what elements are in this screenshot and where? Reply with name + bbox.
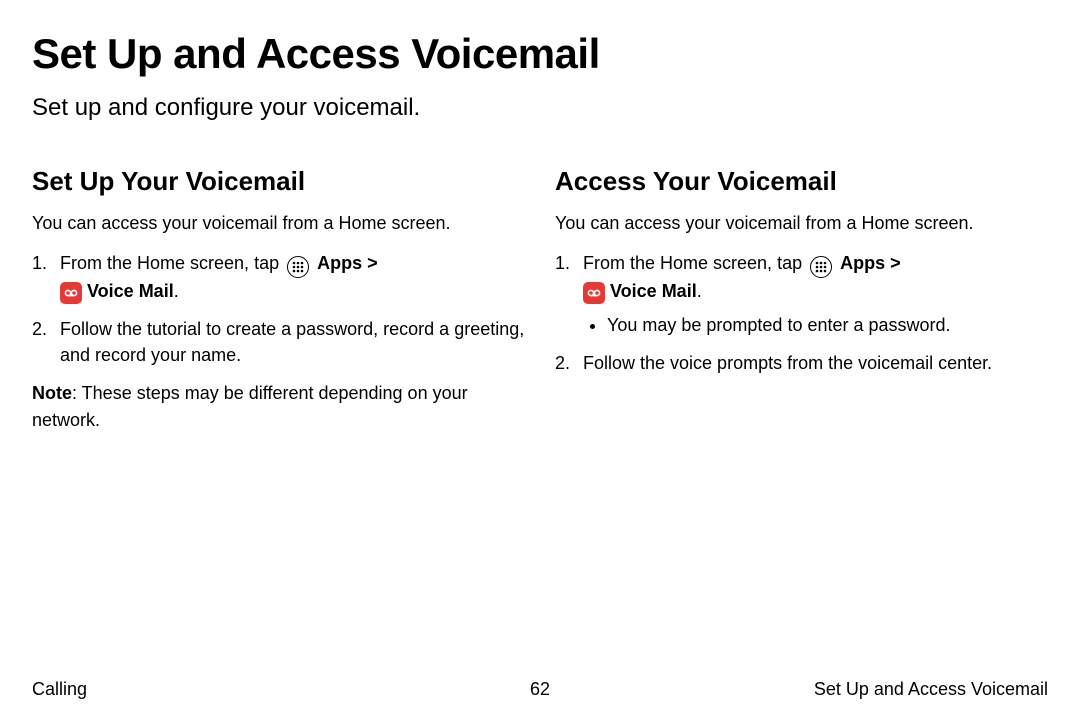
page-number: 62 — [530, 679, 550, 700]
step-text: Follow the voice prompts from the voicem… — [583, 353, 992, 373]
voicemail-label: Voice Mail — [87, 281, 174, 301]
voicemail-icon — [583, 282, 605, 304]
content-columns: Set Up Your Voicemail You can access you… — [32, 166, 1048, 433]
step-text: . — [174, 281, 179, 301]
step-text: . — [697, 281, 702, 301]
step-text: From the Home screen, tap — [583, 253, 807, 273]
list-item: You may be prompted to enter a password. — [607, 312, 1048, 338]
voicemail-label: Voice Mail — [610, 281, 697, 301]
step-text: Follow the tutorial to create a password… — [60, 319, 524, 365]
apps-label: Apps — [317, 253, 362, 273]
setup-heading: Set Up Your Voicemail — [32, 166, 525, 197]
right-column: Access Your Voicemail You can access you… — [555, 166, 1048, 433]
setup-note: Note: These steps may be different depen… — [32, 380, 525, 432]
apps-icon — [810, 256, 832, 278]
note-body: : These steps may be different depending… — [32, 383, 468, 429]
access-intro: You can access your voicemail from a Hom… — [555, 211, 1048, 236]
apps-icon — [287, 256, 309, 278]
footer-left: Calling — [32, 679, 87, 700]
page-subtitle: Set up and configure your voicemail. — [32, 94, 1048, 122]
list-item: From the Home screen, tap Apps > Voice M… — [555, 250, 1048, 338]
list-item: Follow the tutorial to create a password… — [32, 316, 525, 368]
access-heading: Access Your Voicemail — [555, 166, 1048, 197]
setup-intro: You can access your voicemail from a Hom… — [32, 211, 525, 236]
breadcrumb-sep: > — [885, 253, 901, 273]
page-title: Set Up and Access Voicemail — [32, 30, 1048, 78]
footer-right: Set Up and Access Voicemail — [814, 679, 1048, 700]
setup-steps: From the Home screen, tap Apps > Voice M… — [32, 250, 525, 368]
page-footer: Calling 62 Set Up and Access Voicemail — [32, 679, 1048, 700]
apps-label: Apps — [840, 253, 885, 273]
sub-list: You may be prompted to enter a password. — [607, 312, 1048, 338]
access-steps: From the Home screen, tap Apps > Voice M… — [555, 250, 1048, 376]
sub-text: You may be prompted to enter a password. — [607, 315, 951, 335]
left-column: Set Up Your Voicemail You can access you… — [32, 166, 525, 433]
step-text: From the Home screen, tap — [60, 253, 284, 273]
list-item: From the Home screen, tap Apps > Voice M… — [32, 250, 525, 304]
breadcrumb-sep: > — [362, 253, 378, 273]
note-label: Note — [32, 383, 72, 403]
list-item: Follow the voice prompts from the voicem… — [555, 350, 1048, 376]
voicemail-icon — [60, 282, 82, 304]
